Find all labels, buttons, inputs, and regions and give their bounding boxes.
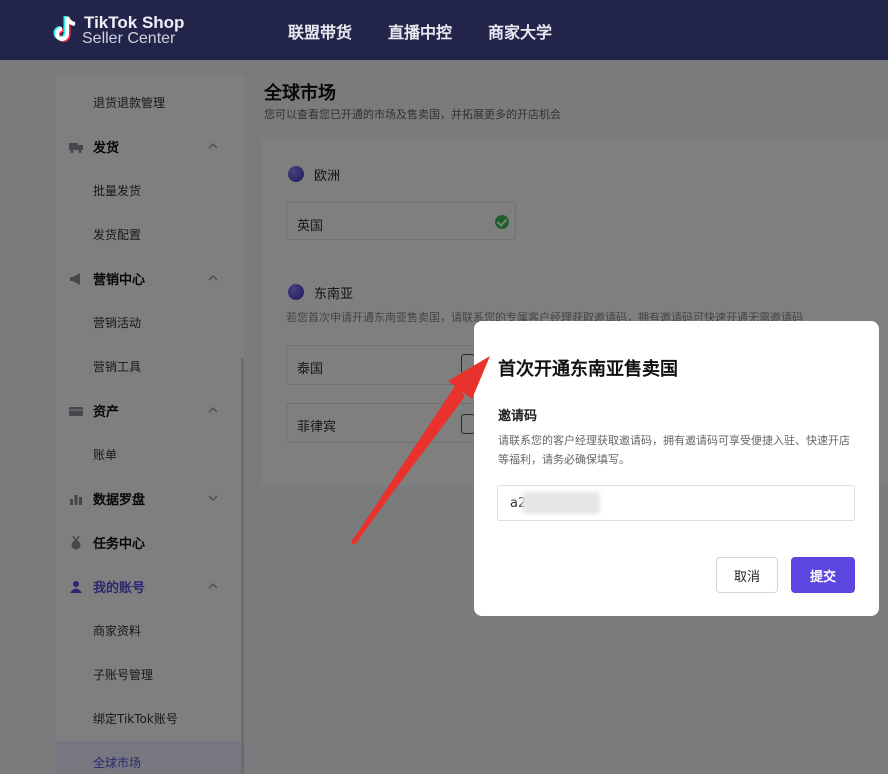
top-nav: 联盟带货 直播中控 商家大学 — [288, 19, 588, 43]
tiktok-shop-logo[interactable]: TikTok Shop Seller Center — [50, 12, 190, 48]
top-navigation-bar: TikTok Shop Seller Center 联盟带货 直播中控 商家大学 — [0, 0, 888, 60]
nav-seller-university[interactable]: 商家大学 — [488, 19, 552, 43]
logo-text-seller-center: Seller Center — [82, 30, 176, 47]
invite-code-description: 请联系您的客户经理获取邀请码，拥有邀请码可享受便捷入驻、快速开店等福利，请务必确… — [498, 434, 850, 466]
redacted-blur — [522, 492, 600, 514]
cancel-button[interactable]: 取消 — [716, 557, 778, 593]
submit-button[interactable]: 提交 — [791, 557, 855, 593]
nav-live-control[interactable]: 直播中控 — [388, 19, 452, 43]
tiktok-logo-icon — [53, 16, 76, 42]
invite-code-dialog: 首次开通东南亚售卖国 邀请码 请联系您的客户经理获取邀请码，拥有邀请码可享受便捷… — [474, 321, 879, 616]
dialog-title: 首次开通东南亚售卖国 — [498, 359, 678, 380]
nav-affiliate[interactable]: 联盟带货 — [288, 19, 352, 43]
invite-code-label: 邀请码 — [498, 409, 538, 424]
